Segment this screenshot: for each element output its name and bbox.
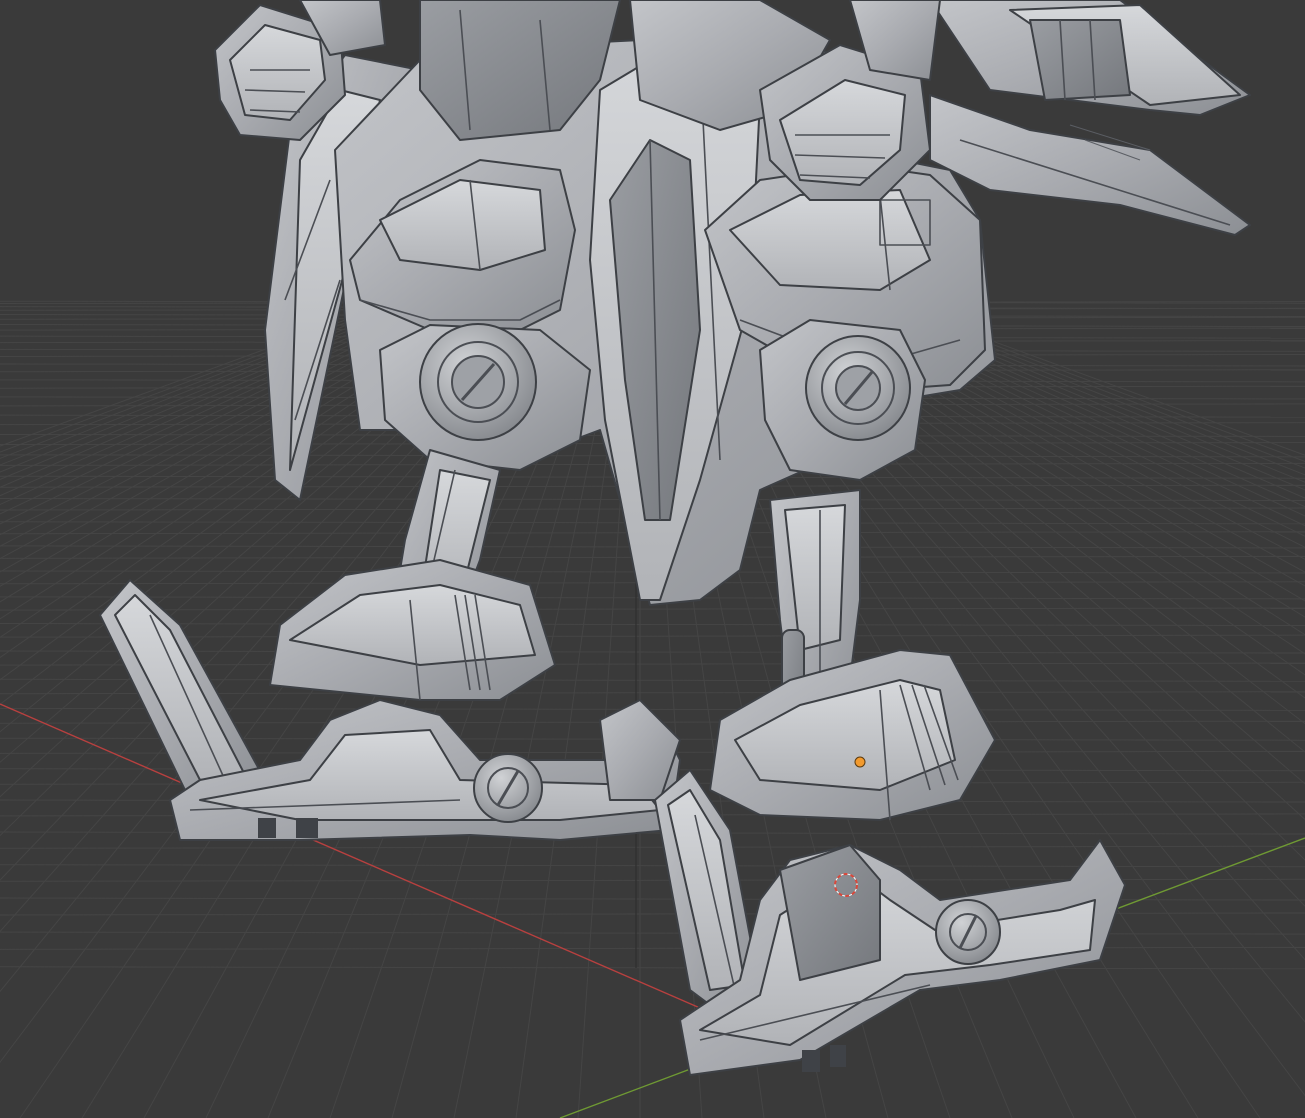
left-foot-fin[interactable] <box>99 579 266 801</box>
left-foot[interactable] <box>169 699 681 841</box>
grid-line <box>0 634 1305 638</box>
right-knee-joint[interactable] <box>759 319 926 481</box>
right-shoulder-cannon[interactable] <box>929 0 1251 236</box>
object-origin-icon[interactable] <box>854 756 866 768</box>
right-foot[interactable] <box>679 839 1126 1076</box>
viewport-canvas[interactable] <box>0 0 1305 1118</box>
right-ankle-guard[interactable] <box>709 649 996 821</box>
robot-mesh[interactable] <box>99 0 1251 1076</box>
left-ankle-guard[interactable] <box>269 559 556 701</box>
grid-line <box>0 966 1305 970</box>
3d-viewport[interactable] <box>0 0 1305 1118</box>
grid-line <box>0 623 1305 627</box>
left-knee-joint[interactable] <box>379 323 591 471</box>
grid-line <box>0 946 1305 950</box>
grid-line <box>0 845 1305 849</box>
grid-line <box>0 607 1305 611</box>
